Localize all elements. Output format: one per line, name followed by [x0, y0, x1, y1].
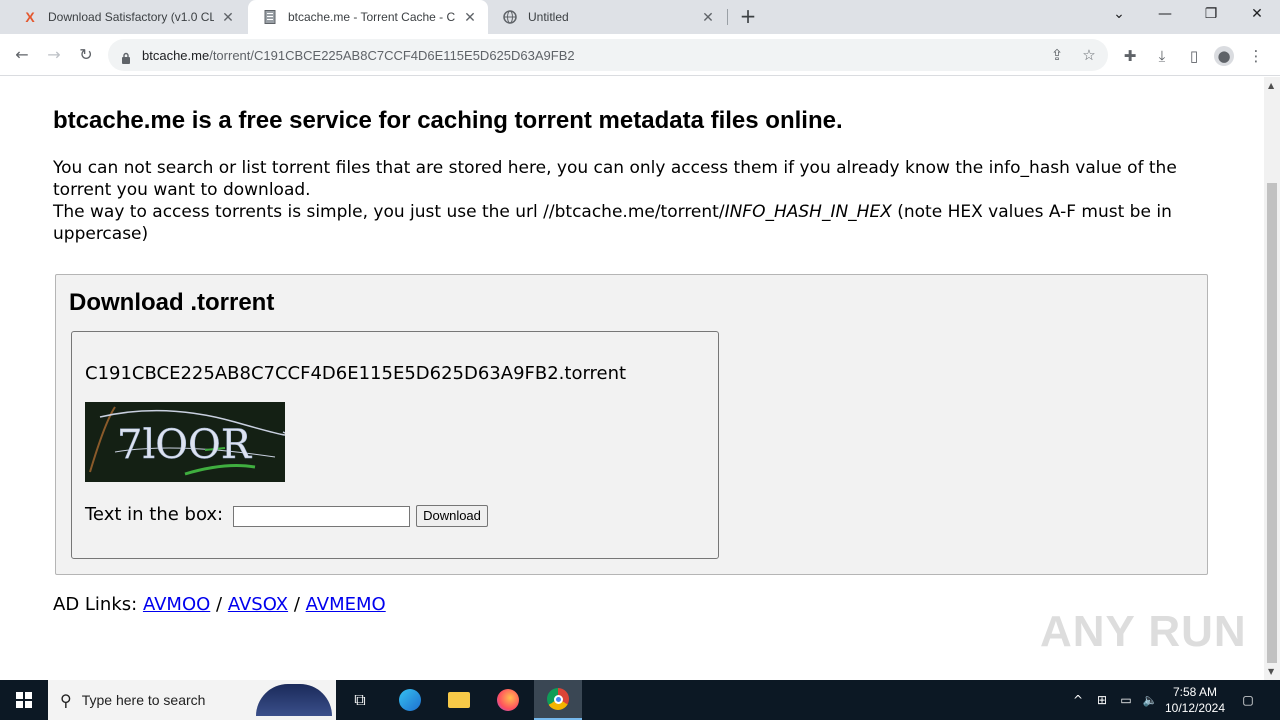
tray-chevron-icon[interactable]: ^: [1068, 680, 1088, 720]
url-text[interactable]: btcache.me/torrent/C191CBCE225AB8C7CCF4D…: [142, 48, 575, 63]
download-section: Download .torrent C191CBCE225AB8C7CCF4D6…: [55, 274, 1208, 575]
file-explorer-icon[interactable]: [435, 680, 483, 720]
intro-text: You can not search or list torrent files…: [53, 157, 1218, 245]
x-favicon-icon: X: [25, 9, 35, 25]
address-bar[interactable]: btcache.me/torrent/C191CBCE225AB8C7CCF4D…: [108, 39, 1108, 71]
taskbar-search[interactable]: ⚲ Type here to search: [48, 680, 336, 720]
windows-taskbar: ⚲ Type here to search ⧉ ^ ⊞ ▭ 🔈 7:58 AM …: [0, 680, 1280, 720]
scrollbar-thumb[interactable]: [1267, 183, 1277, 663]
tab-title: Download Satisfactory (v1.0 CL#: [48, 10, 214, 24]
clock-time: 7:58 AM: [1172, 685, 1218, 699]
bookmark-star-icon[interactable]: ☆: [1080, 46, 1098, 64]
start-button[interactable]: [0, 680, 48, 720]
close-window-button[interactable]: ✕: [1234, 0, 1280, 30]
network-icon[interactable]: ▭: [1116, 680, 1136, 720]
torrent-filename: C191CBCE225AB8C7CCF4D6E115E5D625D63A9FB2…: [85, 363, 627, 384]
tab-strip: X Download Satisfactory (v1.0 CL# ✕ btca…: [0, 0, 1280, 34]
page-content: btcache.me is a free service for caching…: [0, 77, 1264, 680]
task-view-icon[interactable]: ⧉: [336, 680, 384, 720]
forward-arrow-icon[interactable]: →: [41, 42, 67, 68]
download-button[interactable]: Download: [416, 505, 488, 527]
tab-divider: [727, 9, 728, 25]
page-scrollbar[interactable]: ▲ ▼: [1264, 77, 1280, 680]
back-arrow-icon[interactable]: ←: [9, 42, 35, 68]
new-tab-button[interactable]: +: [736, 5, 760, 29]
search-highlight-image: [256, 684, 332, 716]
notification-icon[interactable]: ▢: [1236, 680, 1260, 720]
volume-icon[interactable]: 🔈: [1140, 680, 1160, 720]
windows-logo-icon: [16, 692, 32, 708]
globe-icon: [502, 9, 518, 25]
lock-icon[interactable]: [120, 49, 132, 64]
chrome-icon[interactable]: [534, 680, 582, 720]
captcha-input[interactable]: [233, 506, 410, 527]
taskbar-clock[interactable]: 7:58 AM 10/12/2024: [1160, 684, 1230, 716]
firefox-icon[interactable]: [484, 680, 532, 720]
page-favicon-icon: [262, 9, 278, 25]
restore-button[interactable]: ❐: [1188, 0, 1234, 30]
ad-links-label: AD Links:: [53, 594, 138, 615]
tab-title: btcache.me - Torrent Cache - C1: [288, 10, 456, 24]
tab-title: Untitled: [528, 10, 569, 24]
ad-separator: /: [293, 594, 300, 615]
menu-kebab-icon[interactable]: ⋮: [1246, 46, 1266, 66]
side-panel-icon[interactable]: ▯: [1184, 46, 1204, 66]
captcha-text: 7lOOR: [117, 422, 253, 468]
clock-date: 10/12/2024: [1164, 701, 1226, 715]
intro-url-placeholder: INFO_HASH_IN_HEX: [724, 202, 892, 222]
page-title: btcache.me is a free service for caching…: [53, 107, 843, 134]
ad-links: AD Links: AVMOO / AVSOX / AVMEMO: [53, 594, 386, 615]
tab-untitled[interactable]: Untitled ✕: [488, 0, 726, 34]
extensions-puzzle-icon[interactable]: ✚: [1120, 46, 1140, 66]
ad-link-avmoo[interactable]: AVMOO: [143, 594, 210, 615]
url-path: /torrent/C191CBCE225AB8C7CCF4D6E115E5D62…: [209, 47, 575, 63]
download-heading: Download .torrent: [69, 289, 275, 316]
ad-link-avmemo[interactable]: AVMEMO: [306, 594, 386, 615]
ad-separator: /: [216, 594, 223, 615]
captcha-label: Text in the box:: [85, 504, 224, 525]
intro-url-prefix: The way to access torrents is simple, yo…: [53, 202, 725, 222]
search-icon: ⚲: [60, 690, 72, 710]
taskbar-search-placeholder: Type here to search: [81, 692, 206, 708]
captcha-image: 7lOOR: [85, 402, 289, 482]
close-tab-icon[interactable]: ✕: [462, 9, 478, 25]
url-host: btcache.me: [142, 47, 210, 63]
scroll-up-arrow-icon[interactable]: ▲: [1268, 81, 1274, 90]
reload-icon[interactable]: ↻: [73, 42, 99, 68]
edge-icon[interactable]: [386, 680, 434, 720]
close-tab-icon[interactable]: ✕: [220, 9, 236, 25]
intro-paragraph-2: The way to access torrents is simple, yo…: [53, 201, 1218, 245]
tray-device-icon[interactable]: ⊞: [1092, 680, 1112, 720]
minimize-button[interactable]: —: [1142, 0, 1188, 30]
tab-satisfactory[interactable]: X Download Satisfactory (v1.0 CL# ✕: [8, 0, 246, 34]
tab-btcache[interactable]: btcache.me - Torrent Cache - C1 ✕: [248, 0, 488, 34]
download-icon[interactable]: ⤓: [1152, 46, 1172, 66]
browser-toolbar: ← → ↻ btcache.me/torrent/C191CBCE225AB8C…: [0, 34, 1280, 76]
tab-search-chevron-icon[interactable]: ⌄: [1096, 0, 1142, 30]
share-icon[interactable]: ⇪: [1048, 46, 1066, 64]
intro-paragraph-1: You can not search or list torrent files…: [53, 158, 1177, 200]
scroll-down-arrow-icon[interactable]: ▼: [1268, 667, 1274, 676]
ad-link-avsox[interactable]: AVSOX: [228, 594, 288, 615]
close-tab-icon[interactable]: ✕: [700, 9, 716, 25]
anyrun-watermark: ANY RUN: [1040, 607, 1247, 656]
profile-avatar-icon[interactable]: ●: [1214, 46, 1234, 66]
download-form: C191CBCE225AB8C7CCF4D6E115E5D625D63A9FB2…: [71, 331, 719, 559]
